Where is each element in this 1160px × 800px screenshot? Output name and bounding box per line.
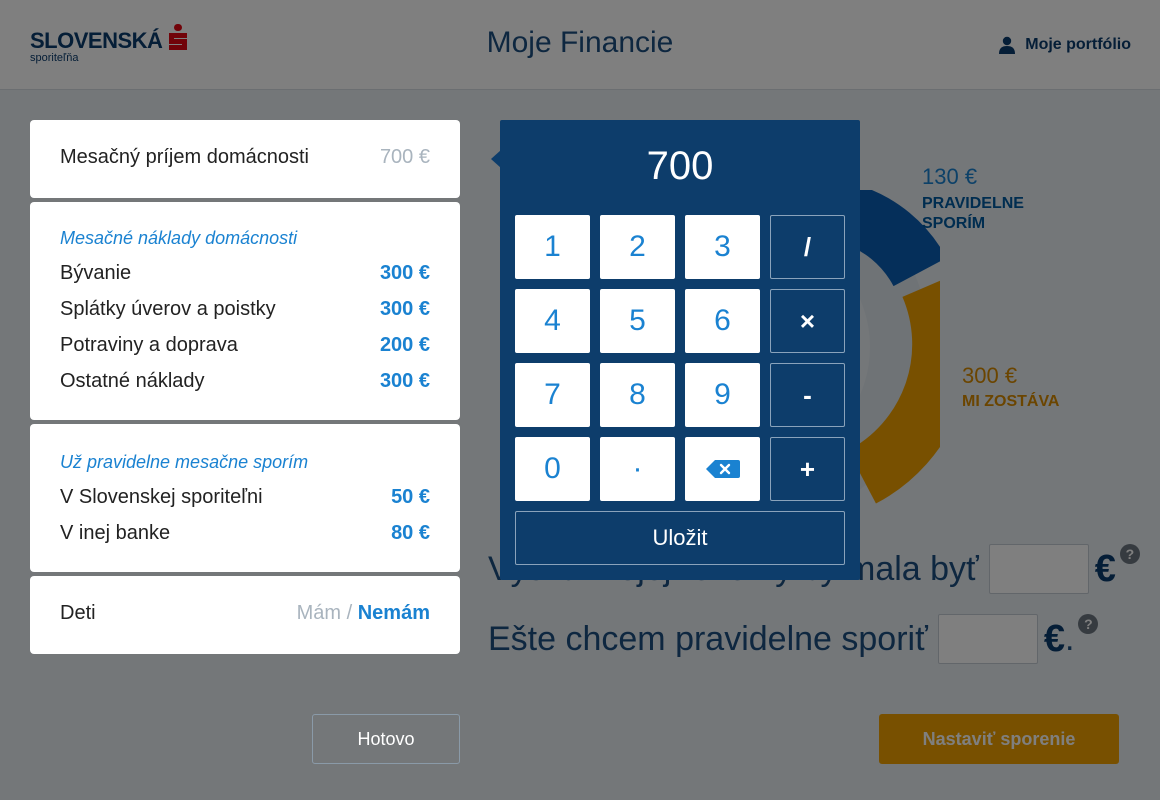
cost-row-other[interactable]: Ostatné náklady 300 €: [60, 370, 430, 393]
key-4[interactable]: 4: [515, 289, 590, 353]
cost-row-loans[interactable]: Splátky úverov a poistky 300 €: [60, 298, 430, 321]
savings-card: Už pravidelne mesačne sporím V Slovenske…: [30, 424, 460, 572]
key-plus[interactable]: +: [770, 437, 845, 501]
backspace-icon: [705, 460, 740, 478]
saving-label: V Slovenskej sporiteľni: [60, 486, 263, 508]
saving-row-other-bank[interactable]: V inej banke 80 €: [60, 522, 430, 545]
key-backspace[interactable]: [685, 437, 760, 501]
key-0[interactable]: 0: [515, 437, 590, 501]
numeric-keypad: 700 1 2 3 / 4 5 6 × 7 8 9 - 0 · + Uložit: [491, 120, 860, 580]
saving-value[interactable]: 50 €: [391, 486, 430, 509]
key-3[interactable]: 3: [685, 215, 760, 279]
kids-toggle: Mám / Nemám: [297, 602, 430, 625]
cost-row-housing[interactable]: Bývanie 300 €: [60, 262, 430, 285]
income-row[interactable]: Mesačný príjem domácnosti 700 €: [60, 146, 430, 169]
cost-label: Potraviny a doprava: [60, 334, 238, 356]
key-7[interactable]: 7: [515, 363, 590, 427]
key-minus[interactable]: -: [770, 363, 845, 427]
key-2[interactable]: 2: [600, 215, 675, 279]
done-button[interactable]: Hotovo: [312, 714, 460, 764]
key-6[interactable]: 6: [685, 289, 760, 353]
cost-label: Ostatné náklady: [60, 370, 205, 392]
kids-option-have-not[interactable]: Nemám: [358, 602, 430, 624]
cost-value[interactable]: 300 €: [380, 262, 430, 285]
kids-card: Deti Mám / Nemám: [30, 576, 460, 654]
savings-section-title: Už pravidelne mesačne sporím: [60, 452, 309, 472]
saving-value[interactable]: 80 €: [391, 522, 430, 545]
income-label: Mesačný príjem domácnosti: [60, 146, 309, 168]
kids-option-have[interactable]: Mám: [297, 602, 341, 624]
costs-card: Mesačné náklady domácnosti Bývanie 300 €…: [30, 202, 460, 420]
saving-label: V inej banke: [60, 522, 171, 544]
key-divide[interactable]: /: [770, 215, 845, 279]
cost-row-food[interactable]: Potraviny a doprava 200 €: [60, 334, 430, 357]
cost-label: Bývanie: [60, 262, 132, 284]
key-1[interactable]: 1: [515, 215, 590, 279]
saving-row-slsp[interactable]: V Slovenskej sporiteľni 50 €: [60, 486, 430, 509]
income-value[interactable]: 700 €: [380, 146, 430, 169]
income-card: Mesačný príjem domácnosti 700 €: [30, 120, 460, 198]
key-decimal[interactable]: ·: [600, 437, 675, 501]
key-8[interactable]: 8: [600, 363, 675, 427]
cost-value[interactable]: 300 €: [380, 370, 430, 393]
key-9[interactable]: 9: [685, 363, 760, 427]
keypad-save-button[interactable]: Uložit: [515, 511, 845, 565]
cost-value[interactable]: 200 €: [380, 334, 430, 357]
kids-row: Deti Mám / Nemám: [60, 602, 430, 625]
key-multiply[interactable]: ×: [770, 289, 845, 353]
cost-label: Splátky úverov a poistky: [60, 298, 276, 320]
keypad-display: 700: [646, 144, 714, 188]
costs-section-title: Mesačné náklady domácnosti: [60, 228, 298, 248]
kids-label: Deti: [60, 602, 96, 624]
kids-separator: /: [341, 602, 358, 624]
key-5[interactable]: 5: [600, 289, 675, 353]
cost-value[interactable]: 300 €: [380, 298, 430, 321]
